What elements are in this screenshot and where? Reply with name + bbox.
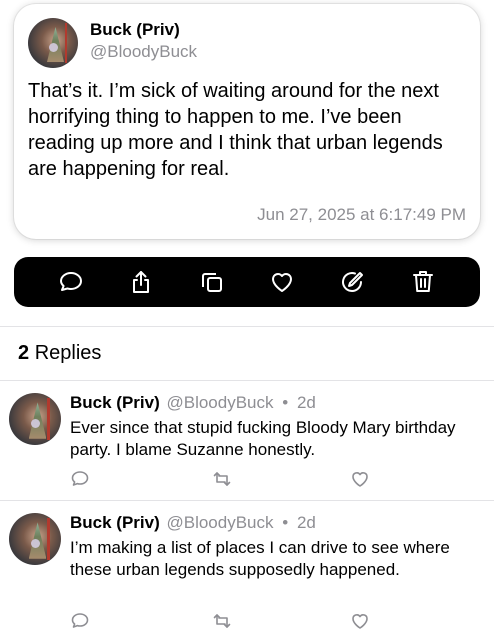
reply-age: 2d [296,513,316,532]
replies-header: 2 Replies [18,342,101,365]
repost-icon [213,472,231,486]
post-author-handle[interactable]: @BloodyBuck [90,42,197,62]
reply-avatar[interactable] [9,393,61,445]
delete-button[interactable] [409,268,437,296]
copy-button[interactable] [198,268,226,296]
comment-icon [71,613,89,628]
share-button[interactable] [127,268,155,296]
reply-like-button[interactable] [350,469,370,489]
reply-like-button[interactable] [350,611,370,631]
reply-text: I’m making a list of places I can drive … [70,538,450,579]
reply-button[interactable] [57,268,85,296]
reply-author-name[interactable]: Buck (Priv) [70,393,160,412]
heart-icon [352,472,368,487]
reply-avatar[interactable] [9,513,61,565]
post-card: Buck (Priv) @BloodyBuck That’s it. I’m s… [14,4,480,239]
edit-icon [342,272,364,292]
separator-dot: • [282,513,289,532]
reply-comment-button[interactable] [70,469,90,489]
replies-label: Replies [34,342,102,364]
repost-icon [213,614,231,628]
post-author-name[interactable]: Buck (Priv) [90,20,180,40]
reply-author-name[interactable]: Buck (Priv) [70,513,160,532]
post-text: That’s it. I’m sick of waiting around fo… [28,80,443,180]
reply-actions [70,469,370,489]
reply-item[interactable]: Buck (Priv) @BloodyBuck • 2d Ever since … [0,381,494,499]
like-button[interactable] [268,268,296,296]
heart-icon [272,273,293,292]
reply-author-handle[interactable]: @BloodyBuck [166,513,273,532]
trash-icon [412,271,433,292]
post-timestamp: Jun 27, 2025 at 6:17:49 PM [257,205,466,224]
comment-icon [60,272,83,291]
reply-header: Buck (Priv) @BloodyBuck • 2d [70,513,316,533]
replies-count: 2 [18,342,30,364]
divider [0,326,494,327]
reply-comment-button[interactable] [70,611,90,631]
reply-header: Buck (Priv) @BloodyBuck • 2d [70,393,316,413]
edit-button[interactable] [338,268,366,296]
reply-repost-button[interactable] [212,469,232,489]
separator-dot: • [282,393,289,412]
reply-age: 2d [296,393,316,412]
reply-item[interactable]: Buck (Priv) @BloodyBuck • 2d I’m making … [0,501,494,640]
comment-icon [71,471,89,486]
reply-repost-button[interactable] [212,611,232,631]
share-icon [133,271,150,293]
copy-icon [201,273,222,292]
heart-icon [352,614,368,629]
reply-text: Ever since that stupid fucking Bloody Ma… [70,418,456,459]
author-avatar[interactable] [28,18,78,68]
reply-actions [70,611,370,631]
reply-author-handle[interactable]: @BloodyBuck [166,393,273,412]
post-action-toolbar [14,257,480,307]
